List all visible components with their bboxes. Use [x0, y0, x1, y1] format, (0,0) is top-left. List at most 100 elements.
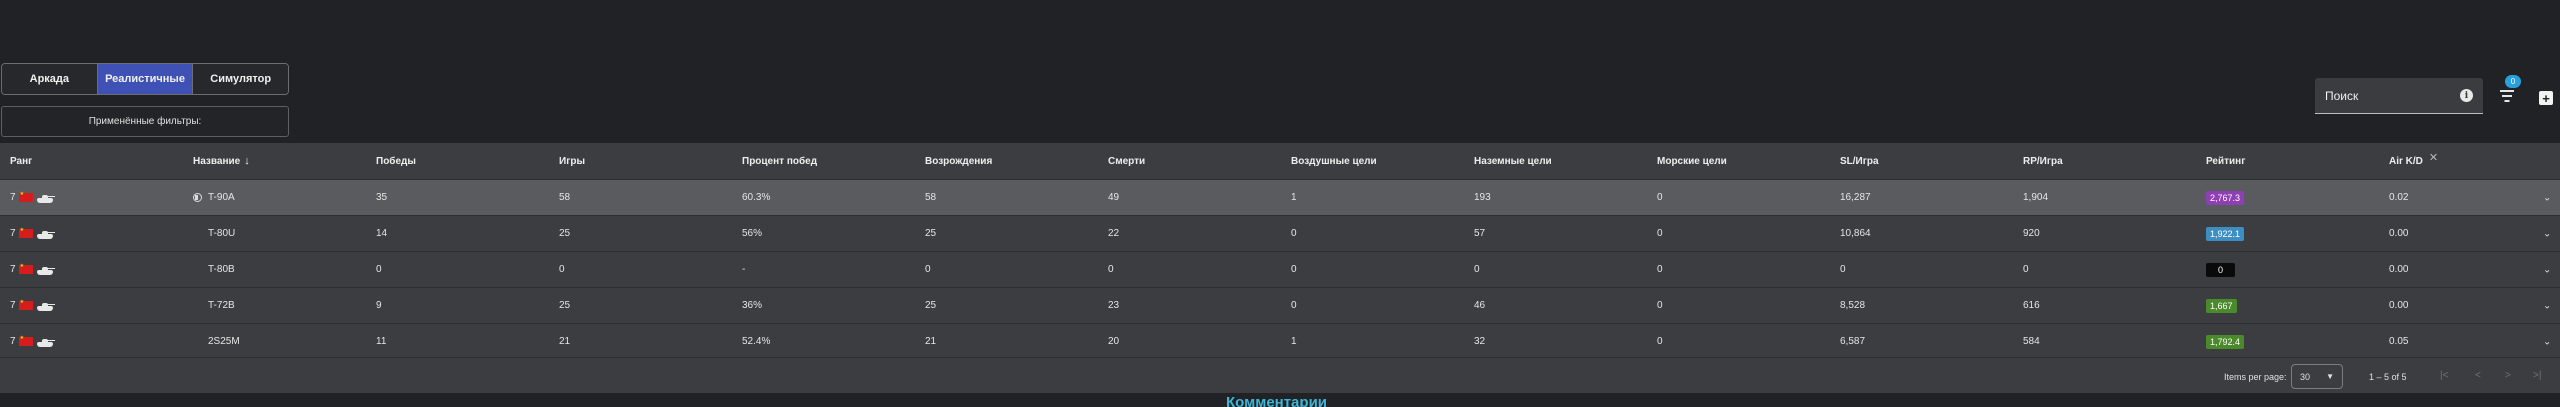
col-name[interactable]: Название ↓ — [193, 143, 250, 179]
rp-game-cell: 616 — [2023, 300, 2040, 311]
sl-game-cell: 6,587 — [1840, 336, 1866, 347]
vehicle-name-cell: 2S25M — [193, 324, 240, 359]
col-win-rate[interactable]: Процент побед — [742, 143, 817, 179]
expand-chevron-icon[interactable]: ⌄ — [2543, 192, 2551, 203]
respawns-cell: 25 — [925, 300, 937, 311]
air-kd-cell: 0.02 — [2389, 192, 2409, 203]
wins-cell: 0 — [376, 264, 382, 275]
naval-targets-cell: 0 — [1657, 192, 1663, 203]
wins-cell: 9 — [376, 300, 382, 311]
rank-cell: 7 — [10, 180, 55, 215]
rating-badge: 2,767.3 — [2206, 190, 2245, 205]
ussr-flag-icon — [18, 335, 33, 346]
vehicle-name: T-90A — [208, 192, 235, 203]
game-mode-tabs: Аркада Реалистичные Симулятор — [1, 63, 289, 95]
win-rate-cell: 56% — [742, 228, 763, 239]
vehicle-type-icon — [193, 193, 202, 202]
table-row[interactable]: 7 T-80B 0 0 - 0 0 0 0 0 0 0 0 0.00 ⌄ — [0, 251, 2560, 287]
ground-targets-cell: 46 — [1474, 300, 1486, 311]
ground-targets-cell: 193 — [1474, 192, 1491, 203]
table-row[interactable]: 7 T-90A 35 58 60.3% 58 49 1 193 0 16,287 1,904 2,767… — [0, 179, 2560, 215]
rating-badge: 1,667 — [2206, 298, 2237, 313]
table-header: Ранг Название ↓ Победы Игры Процент побед… — [0, 143, 2560, 179]
ground-targets-cell: 32 — [1474, 336, 1486, 347]
expand-chevron-icon[interactable]: ⌄ — [2543, 264, 2551, 275]
rank-cell: 7 — [10, 216, 55, 251]
tank-icon — [36, 265, 55, 275]
tab-arcade[interactable]: Аркада — [2, 64, 98, 94]
col-sl-game[interactable]: SL/Игра — [1840, 143, 1879, 179]
win-rate-cell: 52.4% — [742, 336, 771, 347]
ground-targets-cell: 0 — [1474, 264, 1480, 275]
next-page-button[interactable]: > — [2505, 370, 2511, 381]
rank-cell: 7 — [10, 288, 55, 323]
col-deaths[interactable]: Смерти — [1108, 143, 1145, 179]
rating-cell: 1,792.4 — [2206, 324, 2245, 359]
filter-count-badge: 0 — [2505, 75, 2521, 88]
rating-cell: 1,922.1 — [2206, 216, 2245, 251]
air-targets-cell: 1 — [1291, 336, 1297, 347]
tab-simulator[interactable]: Симулятор — [193, 64, 288, 94]
col-air-targets[interactable]: Воздушные цели — [1291, 143, 1377, 179]
vehicle-name-cell: T-72B — [193, 288, 235, 323]
col-rp-game[interactable]: RP/Игра — [2023, 143, 2063, 179]
close-icon[interactable]: ✕ — [2429, 151, 2438, 164]
sl-game-cell: 8,528 — [1840, 300, 1866, 311]
vehicle-name: 2S25M — [208, 336, 240, 347]
col-wins[interactable]: Победы — [376, 143, 416, 179]
rating-cell: 1,667 — [2206, 288, 2237, 323]
ground-targets-cell: 57 — [1474, 228, 1486, 239]
items-per-page-select[interactable]: 30 ▼ — [2291, 364, 2343, 389]
chevron-down-icon: ▼ — [2326, 372, 2334, 381]
sl-game-cell: 10,864 — [1840, 228, 1871, 239]
add-button[interactable]: + — [2539, 91, 2553, 105]
table-row[interactable]: 7 T-80U 14 25 56% 25 22 0 57 0 10,864 920 1,922.1 0.0… — [0, 215, 2560, 251]
games-cell: 25 — [559, 300, 571, 311]
search-input[interactable] — [2325, 87, 2455, 105]
games-cell: 25 — [559, 228, 571, 239]
table-row[interactable]: 7 2S25M 11 21 52.4% 21 20 1 32 0 6,587 584 1,792.4 0.… — [0, 323, 2560, 359]
win-rate-cell: - — [742, 264, 746, 275]
respawns-cell: 58 — [925, 192, 937, 203]
vehicle-name-cell: T-80B — [193, 252, 235, 287]
respawns-cell: 25 — [925, 228, 937, 239]
search-field[interactable]: i — [2315, 78, 2483, 114]
sl-game-cell: 0 — [1840, 264, 1846, 275]
air-targets-cell: 0 — [1291, 264, 1297, 275]
ussr-flag-icon — [18, 227, 33, 238]
col-respawns[interactable]: Возрождения — [925, 143, 992, 179]
deaths-cell: 22 — [1108, 228, 1120, 239]
ussr-flag-icon — [18, 299, 33, 310]
win-rate-cell: 36% — [742, 300, 763, 311]
air-targets-cell: 0 — [1291, 300, 1297, 311]
rp-game-cell: 584 — [2023, 336, 2040, 347]
expand-chevron-icon[interactable]: ⌄ — [2543, 228, 2551, 239]
table-row[interactable]: 7 T-72B 9 25 36% 25 23 0 46 0 8,528 616 1,667 0.00 ⌄ — [0, 287, 2560, 323]
col-rank[interactable]: Ранг — [10, 143, 32, 179]
filter-list-button[interactable] — [2497, 85, 2517, 105]
rp-game-cell: 0 — [2023, 264, 2029, 275]
expand-chevron-icon[interactable]: ⌄ — [2543, 336, 2551, 347]
tab-realistic[interactable]: Реалистичные — [97, 64, 194, 94]
info-icon[interactable]: i — [2460, 89, 2473, 102]
col-ground-targets[interactable]: Наземные цели — [1474, 143, 1552, 179]
col-games[interactable]: Игры — [559, 143, 585, 179]
respawns-cell: 21 — [925, 336, 937, 347]
naval-targets-cell: 0 — [1657, 300, 1663, 311]
rating-badge: 1,792.4 — [2206, 334, 2245, 349]
vehicle-name: T-72B — [208, 300, 235, 311]
air-kd-cell: 0.00 — [2389, 300, 2409, 311]
prev-page-button[interactable]: < — [2475, 370, 2481, 381]
last-page-button[interactable]: >| — [2533, 370, 2541, 381]
first-page-button[interactable]: |< — [2440, 370, 2448, 381]
naval-targets-cell: 0 — [1657, 336, 1663, 347]
col-rating[interactable]: Рейтинг — [2206, 143, 2245, 179]
col-air-kd[interactable]: Air K/D ✕ — [2389, 143, 2438, 179]
rank-number: 7 — [10, 300, 16, 311]
wins-cell: 35 — [376, 192, 388, 203]
col-naval-targets[interactable]: Морские цели — [1657, 143, 1727, 179]
vehicle-stats-table: Ранг Название ↓ Победы Игры Процент побед… — [0, 143, 2560, 359]
tank-icon — [36, 193, 55, 203]
applied-filters-label: Применённые фильтры: — [88, 116, 202, 127]
expand-chevron-icon[interactable]: ⌄ — [2543, 300, 2551, 311]
